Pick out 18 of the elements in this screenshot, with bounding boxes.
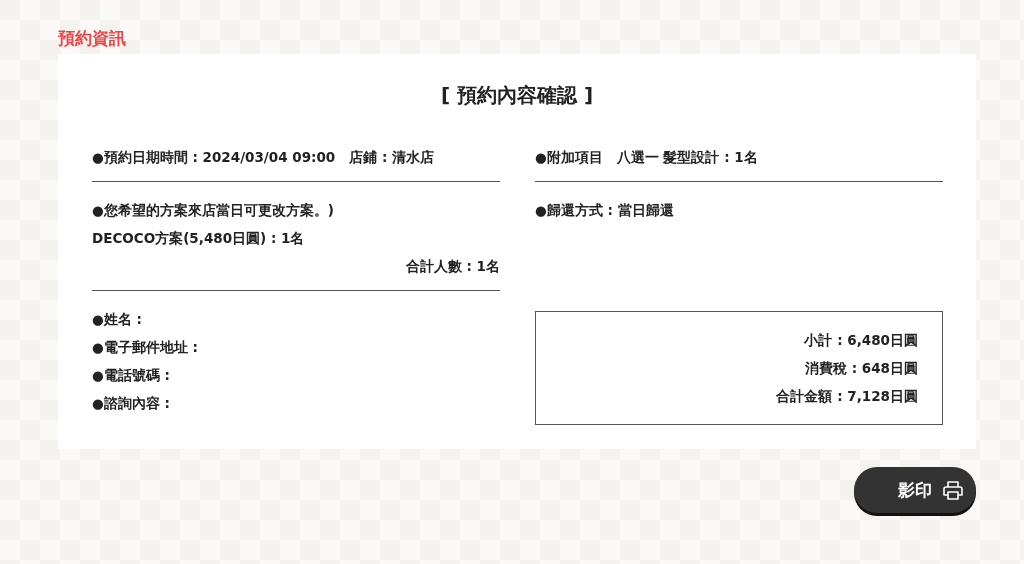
plan-item: DECOCO方案(5,480日圓) : 1名	[92, 229, 306, 248]
printer-icon	[942, 479, 964, 501]
store-name: 店鋪 : 清水店	[349, 148, 435, 167]
heading: [ 預約內容確認 ]	[440, 82, 594, 109]
total-line: 消費稅 : 648日圓	[805, 359, 918, 378]
contact-label: ●電話號碼 :	[92, 366, 170, 385]
page-title: 預約資訊	[58, 27, 126, 50]
options-text: ●附加項目 八選一 髮型設計 : 1名	[535, 148, 759, 167]
print-button[interactable]: 影印	[854, 467, 976, 513]
total-line: 合計金額 : 7,128日圓	[776, 387, 918, 406]
reservation-datetime: ●預約日期時間 : 2024/03/04 09:00	[92, 148, 336, 167]
total-line: 小計 : 6,480日圓	[804, 331, 918, 350]
contact-label: ●電子郵件地址 :	[92, 338, 198, 357]
contact-label: ●姓名 :	[92, 310, 142, 329]
contact-label: ●諮詢內容 :	[92, 394, 170, 413]
return-method: ●歸還方式 : 當日歸還	[535, 201, 675, 220]
plan-label: ●您希望的方案來店當日可更改方案。)	[92, 201, 335, 220]
total-people: 合計人數 : 1名	[405, 257, 500, 276]
